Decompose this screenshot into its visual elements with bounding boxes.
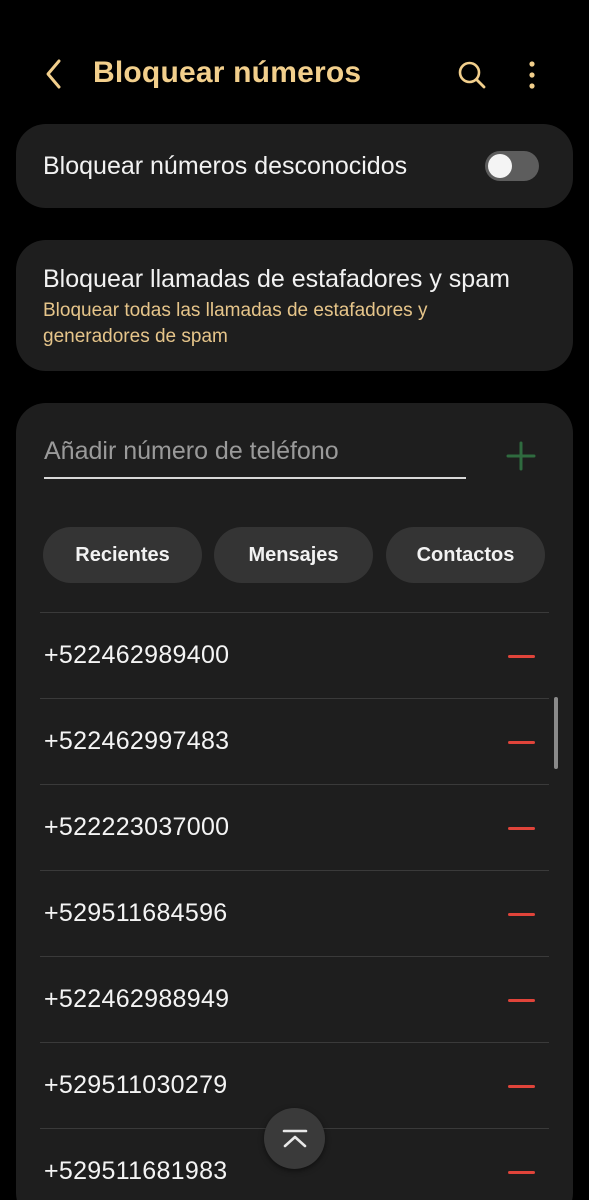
minus-icon: [507, 998, 535, 1002]
more-options-button[interactable]: [512, 54, 552, 96]
remove-number-button[interactable]: [502, 1069, 540, 1103]
list-item: +522462989400: [40, 612, 549, 698]
block-numbers-screen: Bloquear números Bloquear números descon…: [0, 0, 589, 1200]
minus-icon: [507, 912, 535, 916]
list-item: +529511684596: [40, 870, 549, 956]
list-item: +522462997483: [40, 698, 549, 784]
page-title: Bloquear números: [93, 56, 362, 89]
add-number-button[interactable]: [502, 437, 540, 475]
list-item: +522462988949: [40, 956, 549, 1042]
block-unknown-toggle[interactable]: [485, 151, 539, 181]
blocked-number: +529511030279: [44, 1071, 228, 1099]
block-spam-subtitle: Bloquear todas las llamadas de estafador…: [43, 300, 428, 347]
search-icon: [458, 61, 486, 89]
toggle-knob: [488, 154, 512, 178]
remove-number-button[interactable]: [502, 725, 540, 759]
app-header: Bloquear números: [0, 40, 589, 110]
minus-icon: [507, 654, 535, 658]
chip-recent[interactable]: Recientes: [43, 527, 202, 583]
scrollbar[interactable]: [554, 697, 558, 769]
blocked-number: +522462997483: [44, 727, 230, 755]
chevron-left-icon: [46, 59, 61, 89]
chip-messages[interactable]: Mensajes: [214, 527, 373, 583]
scroll-to-top-button[interactable]: [264, 1108, 325, 1169]
minus-icon: [507, 740, 535, 744]
remove-number-button[interactable]: [502, 897, 540, 931]
list-item: +522223037000: [40, 784, 549, 870]
more-vertical-icon: [529, 61, 535, 89]
blocked-number: +522462989400: [44, 641, 230, 669]
back-button[interactable]: [34, 54, 74, 94]
blocked-number: +529511684596: [44, 899, 228, 927]
minus-icon: [507, 826, 535, 830]
blocked-numbers-card: Recientes Mensajes Contactos +5224629894…: [16, 403, 573, 1200]
chevron-up-bar-icon: [282, 1129, 307, 1147]
minus-icon: [507, 1170, 535, 1174]
block-spam-setting[interactable]: Bloquear llamadas de estafadores y spam …: [16, 240, 573, 371]
source-chips: Recientes Mensajes Contactos: [43, 527, 547, 583]
remove-number-button[interactable]: [502, 639, 540, 673]
minus-icon: [507, 1084, 535, 1088]
add-number-input[interactable]: [44, 433, 466, 479]
remove-number-button[interactable]: [502, 983, 540, 1017]
blocked-number: +529511681983: [44, 1157, 228, 1185]
remove-number-button[interactable]: [502, 1155, 540, 1189]
blocked-number: +522462988949: [44, 985, 230, 1013]
block-unknown-label: Bloquear números desconocidos: [43, 152, 408, 180]
plus-icon: [506, 441, 536, 471]
block-unknown-setting[interactable]: Bloquear números desconocidos: [16, 124, 573, 208]
blocked-number: +522223037000: [44, 813, 230, 841]
chip-contacts[interactable]: Contactos: [386, 527, 545, 583]
block-spam-title: Bloquear llamadas de estafadores y spam: [43, 265, 510, 293]
remove-number-button[interactable]: [502, 811, 540, 845]
search-button[interactable]: [451, 54, 493, 96]
